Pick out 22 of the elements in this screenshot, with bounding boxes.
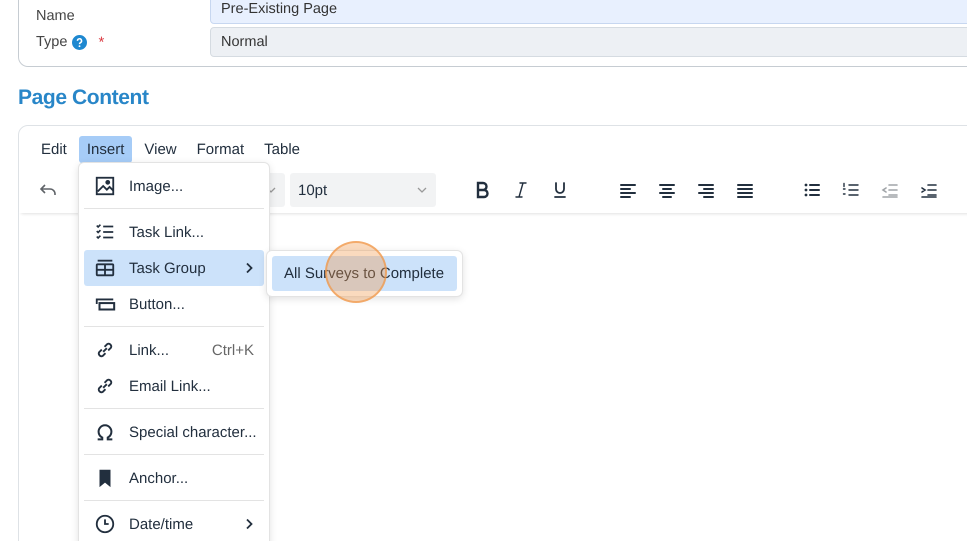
- menu-item[interactable]: Task Group: [84, 250, 264, 286]
- menu-bar-item[interactable]: Edit: [33, 136, 75, 163]
- menu-bar-item[interactable]: Table: [256, 136, 308, 163]
- text-field[interactable]: Pre-Existing Page: [210, 0, 967, 24]
- required-mark: *: [98, 34, 104, 50]
- section-title: Page Content: [18, 85, 150, 111]
- menu-item[interactable]: Special character...: [84, 414, 264, 450]
- field-label: Type: [36, 34, 68, 50]
- menu-item[interactable]: Button...: [84, 286, 264, 322]
- menu-bar-item[interactable]: Format: [188, 136, 252, 163]
- field-label: Name: [36, 8, 75, 24]
- font-size-select[interactable]: 10pt: [290, 173, 436, 207]
- text-field[interactable]: Normal: [210, 27, 967, 57]
- shortcut-label: Ctrl+K: [212, 342, 254, 358]
- menu-bar-item[interactable]: View: [136, 136, 185, 163]
- menu-item[interactable]: Image...: [84, 168, 264, 204]
- menu-bar-item[interactable]: Insert: [78, 136, 132, 163]
- menu-item[interactable]: Email Link...: [84, 368, 264, 404]
- menu-item[interactable]: Task Link...: [84, 214, 264, 250]
- menu-item[interactable]: Link... Ctrl+K: [84, 332, 264, 368]
- menu-item[interactable]: Anchor...: [84, 460, 264, 496]
- menu-item[interactable]: Date/time: [84, 506, 264, 541]
